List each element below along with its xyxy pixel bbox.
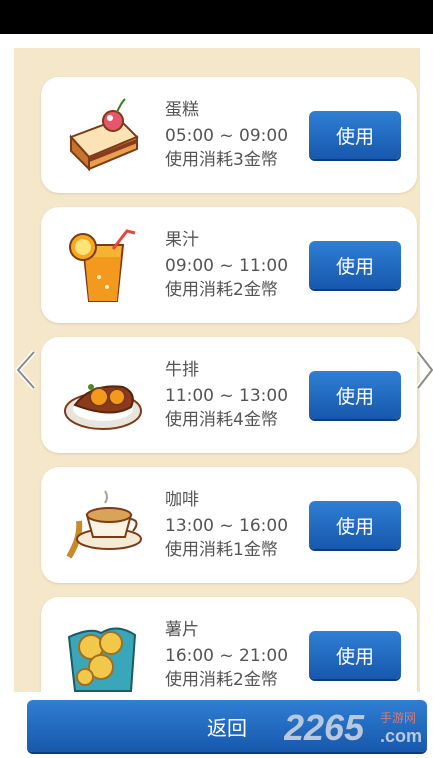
food-card-coffee: 咖啡 13:00 ~ 16:00 使用消耗1金幣 使用	[41, 467, 417, 583]
food-card-chips: 薯片 16:00 ~ 21:00 使用消耗2金幣 使用	[41, 597, 417, 692]
food-time: 05:00 ~ 09:00	[165, 126, 289, 146]
food-card-juice: 果汁 09:00 ~ 11:00 使用消耗2金幣 使用	[41, 207, 417, 323]
food-time: 11:00 ~ 13:00	[165, 386, 289, 406]
food-time: 09:00 ~ 11:00	[165, 256, 289, 276]
chevron-right-icon[interactable]	[414, 348, 433, 392]
coffee-icon	[66, 490, 142, 559]
food-card-steak: 牛排 11:00 ~ 13:00 使用消耗4金幣 使用	[41, 337, 417, 453]
watermark-number: 2265	[284, 707, 365, 748]
food-cost: 使用消耗1金幣	[165, 540, 278, 560]
food-cost: 使用消耗2金幣	[165, 670, 278, 690]
food-card-cake: 蛋糕 05:00 ~ 09:00 使用消耗3金幣 使用	[41, 77, 417, 193]
use-button[interactable]: 使用	[309, 501, 401, 549]
use-button[interactable]: 使用	[309, 241, 401, 289]
food-list-panel[interactable]: 蛋糕 05:00 ~ 09:00 使用消耗3金幣 使用 果汁 09:00 ~ 1…	[14, 48, 420, 692]
food-name: 薯片	[165, 620, 199, 640]
status-bar	[0, 0, 433, 34]
food-cost: 使用消耗3金幣	[165, 150, 278, 170]
food-cost: 使用消耗4金幣	[165, 410, 278, 430]
use-button[interactable]: 使用	[309, 631, 401, 679]
food-cost: 使用消耗2金幣	[165, 280, 278, 300]
food-time: 16:00 ~ 21:00	[165, 646, 289, 666]
steak-icon	[64, 384, 142, 430]
food-name: 果汁	[165, 230, 199, 250]
watermark-tagline: 手游网	[380, 711, 416, 725]
chips-icon	[67, 627, 137, 692]
food-name: 咖啡	[165, 490, 199, 510]
cake-icon	[69, 98, 139, 172]
use-button[interactable]: 使用	[309, 371, 401, 419]
food-name: 牛排	[165, 360, 199, 380]
food-name: 蛋糕	[165, 100, 199, 120]
use-button[interactable]: 使用	[309, 111, 401, 159]
chevron-left-icon[interactable]	[14, 348, 38, 392]
juice-icon	[69, 229, 136, 302]
watermark-domain: .com	[380, 726, 422, 746]
food-time: 13:00 ~ 16:00	[165, 516, 289, 536]
watermark-logo: 2265 手游网 .com	[284, 707, 422, 748]
